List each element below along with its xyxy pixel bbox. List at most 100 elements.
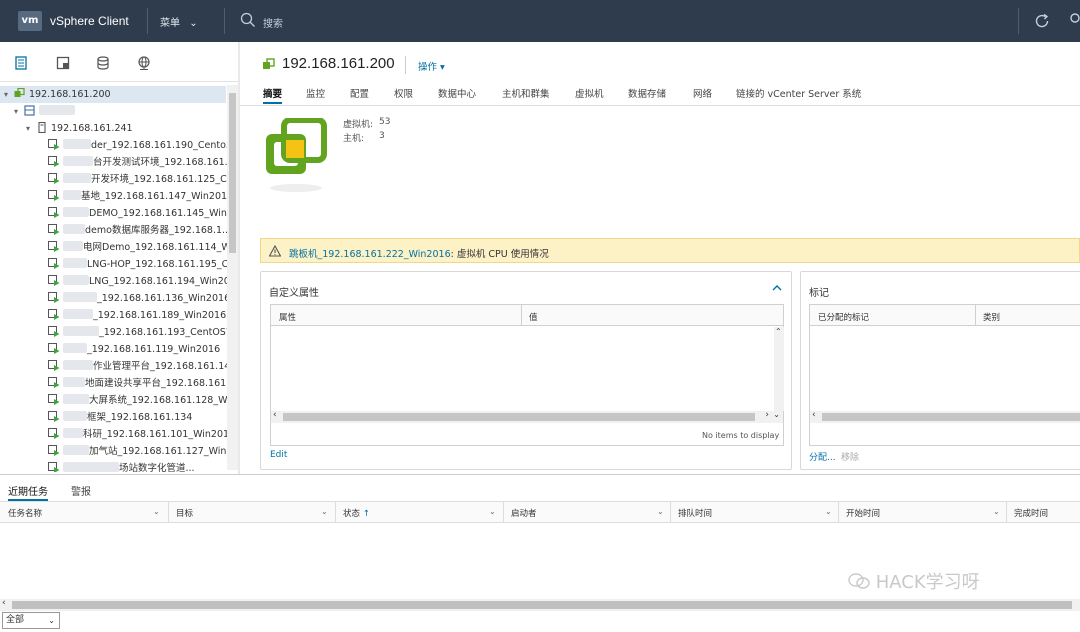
column-header-completion-time[interactable]: 完成时间 [1014, 507, 1048, 519]
scroll-down-icon[interactable]: ⌄ [773, 410, 780, 419]
vmware-logo[interactable]: vm [18, 11, 42, 31]
filter-chevron-icon[interactable]: ⌄ [825, 507, 832, 516]
tree-item-vcenter[interactable]: ▾ 192.168.161.200 [0, 86, 226, 103]
task-filter-select[interactable]: 全部 ⌄ [2, 612, 60, 629]
user-icon[interactable] [1068, 13, 1080, 29]
chevron-up-icon[interactable] [771, 283, 783, 293]
column-resizer[interactable] [975, 305, 976, 326]
column-header-queued-for[interactable]: 排队时间 [678, 507, 712, 519]
tree-item-vm[interactable]: demo数据库服务器_192.168.1... [48, 222, 231, 239]
alert-vm-link[interactable]: 跳板机_192.168.161.222_Win2016 [289, 249, 451, 260]
networking-icon[interactable] [137, 56, 151, 70]
tree-item-vm[interactable]: der_192.168.161.190_Cento... [48, 137, 235, 154]
column-resizer[interactable] [670, 502, 671, 522]
edit-button[interactable]: Edit [270, 450, 287, 460]
column-header-attribute[interactable]: 属性 [279, 311, 296, 323]
tree-item-vm[interactable]: _192.168.161.136_Win2016 [48, 290, 230, 307]
tree-item-vm[interactable]: _192.168.161.119_Win2016 [48, 341, 220, 358]
column-header-status[interactable]: 状态 ↑ [343, 507, 370, 519]
tab-permissions[interactable]: 权限 [394, 86, 413, 100]
scroll-right-icon[interactable]: › [765, 410, 769, 420]
column-header-task-name[interactable]: 任务名称 [8, 507, 42, 519]
tree-item-datacenter[interactable]: ▾ [14, 103, 75, 120]
vcenter-icon [263, 58, 275, 69]
column-resizer[interactable] [335, 502, 336, 522]
scrollbar-thumb[interactable] [229, 93, 236, 253]
filter-chevron-icon[interactable]: ⌄ [153, 507, 160, 516]
vms-and-templates-icon[interactable] [56, 56, 70, 70]
tree-item-vm[interactable]: 基地_192.168.161.147_Win2016 [48, 188, 233, 205]
vertical-scrollbar[interactable]: ⌃ [774, 327, 784, 411]
tab-vms[interactable]: 虚拟机 [575, 86, 604, 100]
tab-datacenters[interactable]: 数据中心 [438, 86, 476, 100]
tree-item-vm[interactable]: _192.168.161.189_Win2016 [48, 307, 226, 324]
tree-item-vm[interactable]: 大屏系统_192.168.161.128_Win... [48, 392, 238, 409]
tree-item-vm[interactable]: 科研_192.168.161.101_Win2016 [48, 426, 235, 443]
column-resizer[interactable] [168, 502, 169, 522]
tree-item-vm[interactable]: 台开发测试环境_192.168.161.18... [48, 154, 238, 171]
tree-item-vm[interactable]: LNG-HOP_192.168.161.195_Cent... [48, 256, 238, 273]
tab-recent-tasks[interactable]: 近期任务 [8, 483, 48, 501]
tasks-horizontal-scrollbar[interactable]: ‹ [0, 598, 1080, 611]
wechat-icon [848, 573, 870, 589]
scroll-left-icon[interactable]: ‹ [273, 410, 277, 420]
scroll-left-icon[interactable]: ‹ [2, 598, 6, 608]
tree-item-vm[interactable]: LNG_192.168.161.194_Win2016 [48, 273, 238, 290]
tree-item-host[interactable]: ▾ 192.168.161.241 [26, 120, 133, 137]
alert-banner: 跳板机_192.168.161.222_Win2016: 虚拟机 CPU 使用情… [260, 238, 1080, 263]
tab-datastores[interactable]: 数据存储 [628, 86, 666, 100]
tree-item-vm[interactable]: 框架_192.168.161.134 [48, 409, 192, 426]
scroll-left-icon[interactable]: ‹ [812, 410, 816, 420]
tree-item-vm[interactable]: _192.168.161.193_CentOS7.9 [48, 324, 238, 341]
tree-item-vm[interactable]: 开发环境_192.168.161.125_C... [48, 171, 236, 188]
menu-button[interactable]: 菜单 ⌄ [160, 14, 198, 29]
tab-summary[interactable]: 摘要 [263, 86, 283, 104]
column-header-value[interactable]: 值 [529, 311, 538, 323]
search-input[interactable]: 搜索 [263, 15, 283, 30]
scrollbar-thumb[interactable] [822, 413, 1080, 421]
tree-item-vm[interactable]: 作业管理平台_192.168.161.14... [48, 358, 238, 375]
scrollbar-thumb[interactable] [283, 413, 755, 421]
filter-chevron-icon[interactable]: ⌄ [321, 507, 328, 516]
tree-scrollbar[interactable] [227, 85, 238, 470]
tab-configure[interactable]: 配置 [350, 86, 369, 100]
column-header-assigned-tag[interactable]: 已分配的标记 [818, 311, 869, 323]
hosts-and-clusters-icon[interactable] [14, 56, 28, 70]
column-header-initiator[interactable]: 启动者 [511, 507, 537, 519]
search-icon[interactable] [240, 12, 256, 28]
tab-monitor[interactable]: 监控 [306, 86, 325, 100]
actions-menu-button[interactable]: 操作 ▾ [418, 59, 445, 73]
filter-chevron-icon[interactable]: ⌄ [993, 507, 1000, 516]
filter-chevron-icon[interactable]: ⌄ [657, 507, 664, 516]
column-header-category[interactable]: 类别 [983, 311, 1000, 323]
tree-item-vm[interactable]: DEMO_192.168.161.145_Win2... [48, 205, 238, 222]
horizontal-scrollbar[interactable]: ‹ [810, 410, 1080, 423]
tab-networks[interactable]: 网络 [693, 86, 712, 100]
tab-hosts-clusters[interactable]: 主机和群集 [502, 86, 550, 100]
horizontal-scrollbar[interactable]: ‹ › ⌄ [271, 410, 783, 423]
filter-chevron-icon[interactable]: ⌄ [489, 507, 496, 516]
pane-divider[interactable] [238, 42, 240, 474]
column-resizer[interactable] [1006, 502, 1007, 522]
tab-linked-vcenter[interactable]: 链接的 vCenter Server 系统 [736, 86, 861, 100]
column-resizer[interactable] [521, 305, 522, 326]
tab-alarms[interactable]: 警报 [71, 483, 91, 498]
scrollbar-thumb[interactable] [12, 601, 1072, 609]
expand-toggle-icon[interactable]: ▾ [4, 86, 14, 103]
refresh-icon[interactable] [1033, 12, 1051, 30]
expand-toggle-icon[interactable]: ▾ [14, 103, 24, 120]
app-title[interactable]: vSphere Client [50, 14, 129, 28]
tree-item-vm[interactable]: 加气站_192.168.161.127_Win2016 [48, 443, 238, 460]
tree-item-vm[interactable]: 电网Demo_192.168.161.114_Win... [48, 239, 238, 256]
expand-toggle-icon[interactable]: ▾ [26, 120, 36, 137]
column-header-start-time[interactable]: 开始时间 [846, 507, 880, 519]
column-resizer[interactable] [503, 502, 504, 522]
tree-item-vm[interactable]: 场站数字化管道... [48, 460, 195, 472]
column-header-target[interactable]: 目标 [176, 507, 193, 519]
scroll-up-icon[interactable]: ⌃ [775, 327, 782, 336]
assign-tag-button[interactable]: 分配... [809, 450, 836, 463]
column-resizer[interactable] [838, 502, 839, 522]
alert-text: : 虚拟机 CPU 使用情况 [450, 249, 549, 260]
tree-item-vm[interactable]: 地面建设共享平台_192.168.161.14... [48, 375, 238, 392]
storage-icon[interactable] [96, 56, 110, 70]
